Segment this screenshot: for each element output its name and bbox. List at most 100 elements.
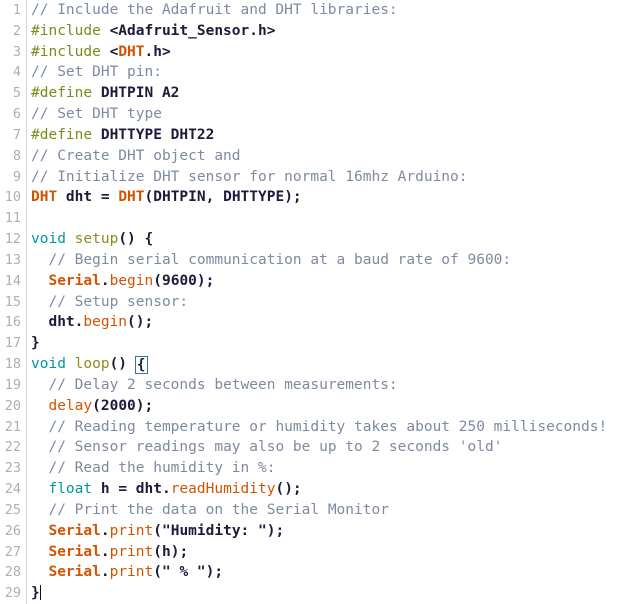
line-number: 20 [0, 395, 26, 417]
token-keyword: void [31, 231, 66, 248]
code-line[interactable]: 8 // Create DHT object and [0, 145, 625, 167]
code-text[interactable]: #define DHTTYPE DHT22 [27, 125, 625, 146]
line-number: 23 [0, 458, 26, 480]
code-line[interactable]: 26 Serial.print("Humidity: "); [0, 520, 625, 542]
token-keyword: float [48, 481, 93, 498]
line-number: 27 [0, 541, 26, 563]
code-line[interactable]: 1 // Include the Adafruit and DHT librari… [0, 0, 625, 21]
line-number: 22 [0, 437, 26, 459]
code-line[interactable]: 25 // Print the data on the Serial Monit… [0, 499, 625, 521]
code-text[interactable]: // Set DHT type [27, 104, 625, 125]
line-number: 19 [0, 374, 26, 396]
code-line[interactable]: 13 // Begin serial communication at a ba… [0, 249, 625, 271]
token-pre: #include [31, 43, 101, 60]
code-line[interactable]: 15 // Setup sensor: [0, 291, 625, 313]
code-text[interactable]: // Set DHT pin: [27, 62, 625, 83]
token-comment: // Read the humidity in %: [48, 460, 276, 477]
code-line[interactable]: 21 // Reading temperature or humidity ta… [0, 416, 625, 438]
token-plain: } [31, 335, 40, 352]
line-number: 24 [0, 479, 26, 500]
code-text[interactable]: // Create DHT object and [27, 146, 625, 167]
token-comment: // Setup sensor: [48, 293, 189, 310]
token-plain: (" % "); [153, 564, 224, 581]
token-method: print [109, 522, 154, 539]
code-line[interactable]: 24 float h = dht.readHumidity(); [0, 479, 625, 500]
code-line[interactable]: 16 dht.begin(); [0, 312, 625, 334]
line-number: 14 [0, 270, 26, 292]
code-line[interactable]: 2 #include <Adafruit_Sensor.h> [0, 20, 625, 42]
code-text[interactable]: // Setup sensor: [27, 292, 625, 313]
code-line[interactable]: 11 [0, 208, 625, 230]
code-text[interactable]: // Initialize DHT sensor for normal 16mh… [27, 167, 625, 188]
code-line[interactable]: 18 void loop() { [0, 354, 625, 375]
code-text[interactable]: // Begin serial communication at a baud … [27, 250, 625, 271]
line-number: 5 [0, 83, 26, 105]
code-text[interactable]: DHT dht = DHT(DHTPIN, DHTTYPE); [27, 187, 625, 208]
code-line-list[interactable]: 1 // Include the Adafruit and DHT librari… [0, 0, 625, 604]
code-line[interactable]: 17} [0, 333, 625, 355]
code-text[interactable]: } [27, 333, 625, 354]
code-text[interactable]: Serial.begin(9600); [27, 271, 625, 292]
code-text[interactable]: void loop() { [27, 354, 625, 375]
code-line[interactable]: 20 delay(2000); [0, 395, 625, 417]
code-text[interactable]: Serial.print(" % "); [27, 562, 625, 583]
token-method: print [109, 543, 154, 560]
token-method: begin [109, 272, 154, 289]
token-comment: // Set DHT pin: [31, 64, 162, 81]
code-line[interactable]: 14 Serial.begin(9600); [0, 270, 625, 292]
token-plain: dht = [57, 189, 119, 206]
code-line[interactable]: 19 // Delay 2 seconds between measuremen… [0, 374, 625, 396]
code-text[interactable]: #include <DHT.h> [27, 42, 625, 63]
code-line[interactable]: 27 Serial.print(h); [0, 541, 625, 563]
matching-brace-highlight: { [134, 356, 148, 375]
token-pre: #define [31, 85, 93, 102]
code-line[interactable]: 4 // Set DHT pin: [0, 62, 625, 84]
token-lib: DHT [31, 189, 58, 206]
code-text[interactable]: // Include the Adafruit and DHT librarie… [27, 0, 625, 21]
token-comment: // Initialize DHT sensor for normal 16mh… [31, 168, 468, 185]
code-text[interactable]: Serial.print("Humidity: "); [27, 521, 625, 542]
code-text[interactable]: #include <Adafruit_Sensor.h> [27, 21, 625, 42]
token-plain: .h> [144, 43, 171, 60]
token-comment: // Set DHT type [31, 106, 162, 123]
code-line[interactable]: 12 void setup() { [0, 229, 625, 250]
token-comment: // Reading temperature or humidity takes… [48, 418, 608, 435]
code-text[interactable]: Serial.print(h); [27, 542, 625, 563]
line-number: 4 [0, 62, 26, 84]
code-line[interactable]: 6 // Set DHT type [0, 104, 625, 125]
code-line[interactable]: 7 #define DHTTYPE DHT22 [0, 124, 625, 146]
code-text[interactable]: // Reading temperature or humidity takes… [27, 417, 625, 438]
code-editor[interactable]: 1 // Include the Adafruit and DHT librari… [0, 0, 625, 604]
code-line[interactable]: 29} [0, 583, 625, 604]
code-text[interactable]: // Sensor readings may also be up to 2 s… [27, 437, 625, 458]
line-number: 16 [0, 312, 26, 334]
token-lib: Serial [48, 543, 101, 560]
code-text[interactable]: // Print the data on the Serial Monitor [27, 500, 625, 521]
code-line[interactable]: 22 // Sensor readings may also be up to … [0, 437, 625, 459]
token-comment: // Begin serial communication at a baud … [48, 251, 512, 268]
code-line[interactable]: 5 #define DHTPIN A2 [0, 83, 625, 105]
code-line[interactable]: 28 Serial.print(" % "); [0, 562, 625, 584]
code-text[interactable]: float h = dht.readHumidity(); [27, 479, 625, 500]
code-text[interactable]: // Delay 2 seconds between measurements: [27, 375, 625, 396]
code-line[interactable]: 10 DHT dht = DHT(DHTPIN, DHTTYPE); [0, 187, 625, 209]
code-text[interactable]: void setup() { [27, 229, 625, 250]
code-text[interactable]: dht.begin(); [27, 312, 625, 333]
code-line[interactable]: 23 // Read the humidity in %: [0, 458, 625, 480]
code-text[interactable]: delay(2000); [27, 396, 625, 417]
code-line[interactable]: 9 // Initialize DHT sensor for normal 16m… [0, 166, 625, 188]
code-text[interactable]: #define DHTPIN A2 [27, 83, 625, 104]
code-text[interactable] [27, 208, 625, 229]
line-number: 3 [0, 41, 26, 63]
code-line[interactable]: 3 #include <DHT.h> [0, 41, 625, 63]
token-method: begin [83, 314, 128, 331]
code-text[interactable]: } [27, 583, 625, 604]
token-comment: // Create DHT object and [31, 147, 241, 164]
code-text[interactable]: // Read the humidity in %: [27, 458, 625, 479]
